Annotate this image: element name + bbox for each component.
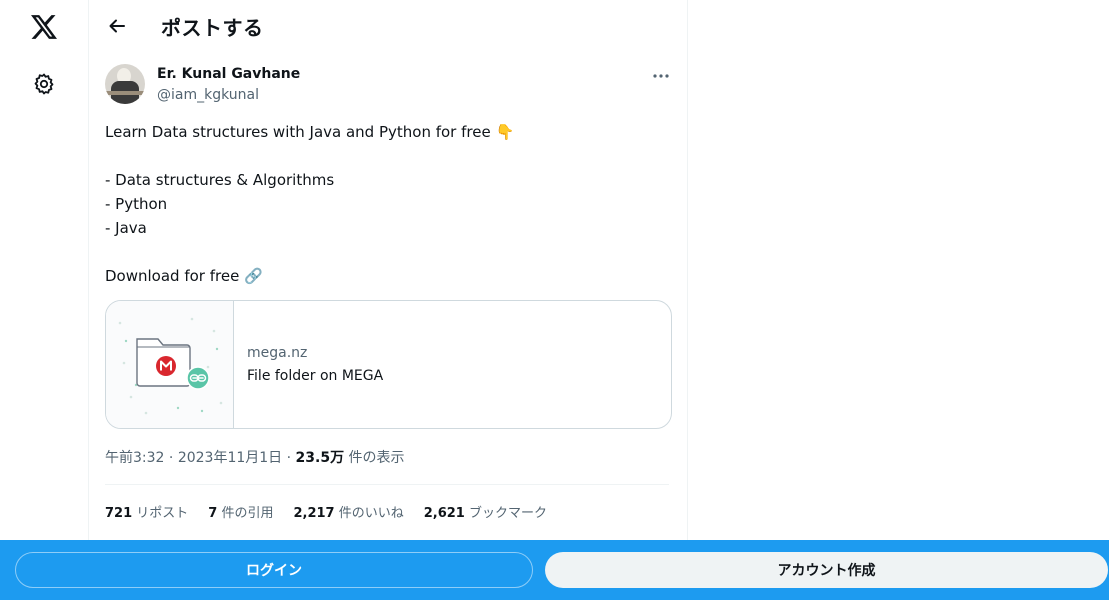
main-column: ポストする Er. Kunal Gavhane @iam_kgkunal Lea… — [88, 0, 688, 540]
stat-label: リポスト — [132, 506, 189, 521]
stat-count: 2,217 — [293, 506, 335, 521]
stat-bookmarks[interactable]: 2,621 ブックマーク — [424, 502, 547, 521]
stat-likes[interactable]: 2,217 件のいいね — [293, 502, 403, 521]
divider — [105, 484, 669, 485]
create-account-button[interactable]: アカウント作成 — [545, 552, 1108, 588]
meta-separator: · — [282, 450, 296, 466]
tweet-date[interactable]: 2023年11月1日 — [178, 450, 282, 466]
author-name[interactable]: Er. Kunal Gavhane — [157, 66, 300, 82]
author-handle[interactable]: @iam_kgkunal — [157, 87, 259, 103]
stat-count: 2,621 — [423, 506, 465, 521]
tweet-line: - Data structures & Algorithms — [105, 171, 335, 189]
page-header: ポストする — [89, 0, 688, 53]
stat-reposts[interactable]: 721 リポスト — [105, 502, 188, 521]
login-banner: ログイン アカウント作成 — [0, 540, 1109, 600]
view-label: 件の表示 — [344, 450, 405, 466]
x-logo-icon[interactable] — [29, 12, 59, 42]
back-arrow-icon[interactable] — [105, 14, 129, 38]
tweet-line: Learn Data structures with Java and Pyth… — [105, 123, 515, 141]
card-title: File folder on MEGA — [247, 368, 384, 384]
card-thumbnail — [106, 301, 234, 428]
gear-icon[interactable] — [30, 70, 58, 98]
link-card[interactable]: mega.nz File folder on MEGA — [105, 300, 672, 429]
tweet-author: Er. Kunal Gavhane @iam_kgkunal — [105, 64, 673, 108]
more-dots-icon[interactable] — [649, 64, 673, 88]
tweet-meta: 午前3:32 · 2023年11月1日 · 23.5万 件の表示 — [105, 447, 405, 467]
stat-count: 7 — [208, 506, 218, 521]
tweet-line: - Python — [105, 195, 168, 213]
left-rail — [0, 0, 88, 540]
tweet-line: - Java — [105, 219, 147, 237]
login-button[interactable]: ログイン — [15, 552, 533, 588]
stat-label: 件の引用 — [217, 506, 274, 521]
avatar[interactable] — [105, 64, 145, 104]
stat-quotes[interactable]: 7 件の引用 — [208, 502, 273, 521]
meta-separator: · — [164, 450, 178, 466]
link-icon — [186, 366, 210, 390]
tweet-time[interactable]: 午前3:32 — [105, 450, 164, 466]
mega-logo-icon — [156, 356, 176, 376]
card-domain: mega.nz — [247, 345, 308, 361]
page-title: ポストする — [161, 16, 264, 40]
stat-label: 件のいいね — [334, 506, 404, 521]
view-count: 23.5万 — [295, 450, 345, 466]
tweet-stats: 721 リポスト 7 件の引用 2,217 件のいいね 2,621 ブックマーク — [105, 502, 567, 521]
stat-count: 721 — [105, 506, 133, 521]
tweet-text: Learn Data structures with Java and Pyth… — [105, 120, 673, 288]
stat-label: ブックマーク — [464, 506, 547, 521]
tweet-line: Download for free 🔗 — [105, 267, 263, 285]
